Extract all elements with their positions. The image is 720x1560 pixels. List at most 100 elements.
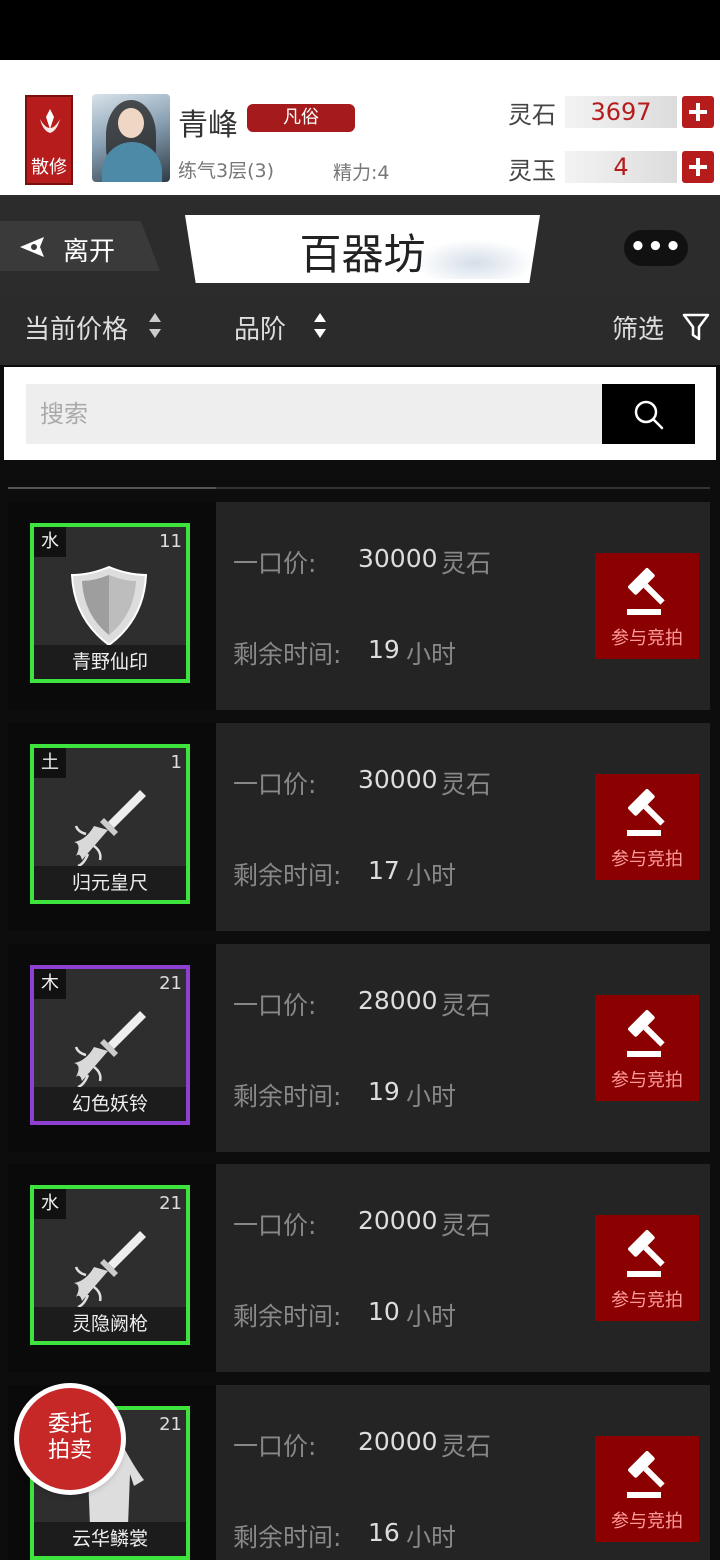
item-level: 21 [159, 1414, 182, 1435]
price-unit: 灵石 [441, 1432, 492, 1461]
sort-arrows-icon[interactable] [314, 313, 326, 343]
item-level: 21 [159, 1193, 182, 1214]
more-button[interactable]: ••• [624, 230, 688, 266]
filter-icon[interactable] [682, 312, 710, 342]
bid-button[interactable]: 参与竞拍 [595, 995, 699, 1101]
status-bar [0, 0, 720, 60]
filter-label: 筛选 [612, 315, 665, 345]
title-bar: 离开 百器坊 ••• [0, 195, 720, 295]
price-unit: 灵石 [441, 549, 492, 578]
gavel-icon [627, 789, 665, 836]
sword-icon [74, 1011, 146, 1089]
auction-item[interactable]: 水 21 灵隐阙枪 一口价: 20000 灵石 剩余时间: 10 小时 参与竞拍 [8, 1164, 710, 1372]
add-spirit-stone-button[interactable] [682, 96, 714, 128]
bid-label: 参与竞拍 [611, 849, 683, 870]
item-thumbnail[interactable]: 水 11 青野仙印 [30, 523, 190, 683]
price-value: 30000 [358, 544, 438, 573]
bid-button[interactable]: 参与竞拍 [595, 774, 699, 880]
gavel-icon [627, 1230, 665, 1277]
time-value: 19 [368, 635, 400, 664]
leave-label: 离开 [63, 237, 116, 267]
gavel-icon [627, 568, 665, 615]
price-unit: 灵石 [441, 1211, 492, 1240]
gavel-icon [627, 1010, 665, 1057]
search-icon [634, 400, 664, 430]
sort-price-button[interactable]: 当前价格 [24, 309, 128, 346]
back-arrow-icon [20, 237, 44, 257]
leave-button[interactable]: 离开 [0, 221, 160, 271]
bid-button[interactable]: 参与竞拍 [595, 1215, 699, 1321]
bid-label: 参与竞拍 [611, 1511, 683, 1532]
time-unit: 小时 [406, 1523, 457, 1552]
list-divider [8, 487, 710, 489]
sect-badge[interactable]: 散修 [25, 95, 73, 185]
price-unit: 灵石 [441, 991, 492, 1020]
item-thumbnail[interactable]: 土 1 归元皇尺 [30, 744, 190, 904]
avatar[interactable] [92, 94, 170, 182]
search-bar [4, 367, 716, 460]
sort-grade-label: 品阶 [234, 315, 287, 345]
sword-icon [74, 790, 146, 868]
bid-label: 参与竞拍 [611, 628, 683, 649]
item-level: 21 [159, 973, 182, 994]
time-label: 剩余时间: [233, 1082, 342, 1111]
sort-grade-button[interactable]: 品阶 [234, 309, 286, 346]
filter-button[interactable]: 筛选 [612, 309, 664, 346]
auction-item[interactable]: 土 1 归元皇尺 一口价: 30000 灵石 剩余时间: 17 小时 参与竞拍 [8, 723, 710, 931]
player-name: 青峰 [178, 108, 238, 143]
sect-emblem-icon [40, 109, 60, 133]
item-name: 灵隐阙枪 [34, 1307, 186, 1341]
bid-label: 参与竞拍 [611, 1290, 683, 1311]
gavel-icon [627, 1451, 665, 1498]
price-value: 20000 [358, 1206, 438, 1235]
energy-value: 精力:4 [333, 162, 390, 184]
element-tag: 水 [34, 527, 66, 557]
time-value: 16 [368, 1518, 400, 1547]
item-name: 青野仙印 [34, 645, 186, 679]
price-value: 28000 [358, 986, 438, 1015]
price-label: 一口价: [233, 1211, 317, 1240]
price-unit: 灵石 [441, 770, 492, 799]
element-tag: 水 [34, 1189, 66, 1219]
price-label: 一口价: [233, 549, 317, 578]
time-unit: 小时 [406, 861, 457, 890]
page-title-tab: 百器坊 [185, 215, 540, 283]
auction-item[interactable]: 木 21 幻色妖铃 一口价: 28000 灵石 剩余时间: 19 小时 参与竞拍 [8, 944, 710, 1152]
item-thumbnail[interactable]: 水 21 灵隐阙枪 [30, 1185, 190, 1345]
add-spirit-jade-button[interactable] [682, 151, 714, 183]
sect-label: 散修 [31, 157, 67, 178]
spirit-stone-label: 灵石 [508, 101, 556, 129]
search-input[interactable] [26, 384, 604, 444]
spirit-jade-value: 4 [565, 151, 677, 183]
time-label: 剩余时间: [233, 640, 342, 669]
time-value: 19 [368, 1077, 400, 1106]
time-label: 剩余时间: [233, 1523, 342, 1552]
sword-icon [74, 1231, 146, 1309]
item-level: 1 [170, 752, 182, 773]
item-name: 归元皇尺 [34, 866, 186, 900]
time-label: 剩余时间: [233, 861, 342, 890]
consign-auction-button[interactable]: 委托 拍卖 [19, 1388, 121, 1490]
search-button[interactable] [602, 384, 695, 444]
sort-arrows-icon[interactable] [149, 313, 161, 343]
bid-button[interactable]: 参与竞拍 [595, 553, 699, 659]
cultivation-realm: 练气3层(3) [178, 160, 275, 182]
time-unit: 小时 [406, 1082, 457, 1111]
item-level: 11 [159, 531, 182, 552]
sort-price-label: 当前价格 [24, 315, 129, 345]
item-name: 云华鳞裳 [34, 1522, 186, 1556]
spirit-stone-value: 3697 [565, 96, 677, 128]
price-value: 20000 [358, 1427, 438, 1456]
time-label: 剩余时间: [233, 1302, 342, 1331]
bid-button[interactable]: 参与竞拍 [595, 1436, 699, 1542]
element-tag: 土 [34, 748, 66, 778]
sort-bar: 当前价格 品阶 筛选 [0, 295, 720, 365]
time-value: 17 [368, 856, 400, 885]
time-unit: 小时 [406, 1302, 457, 1331]
time-value: 10 [368, 1297, 400, 1326]
price-label: 一口价: [233, 991, 317, 1020]
element-tag: 木 [34, 969, 66, 999]
item-thumbnail[interactable]: 木 21 幻色妖铃 [30, 965, 190, 1125]
item-name: 幻色妖铃 [34, 1087, 186, 1121]
auction-item[interactable]: 水 11 青野仙印 一口价: 30000 灵石 剩余时间: 19 小时 参与竞拍 [8, 502, 710, 710]
